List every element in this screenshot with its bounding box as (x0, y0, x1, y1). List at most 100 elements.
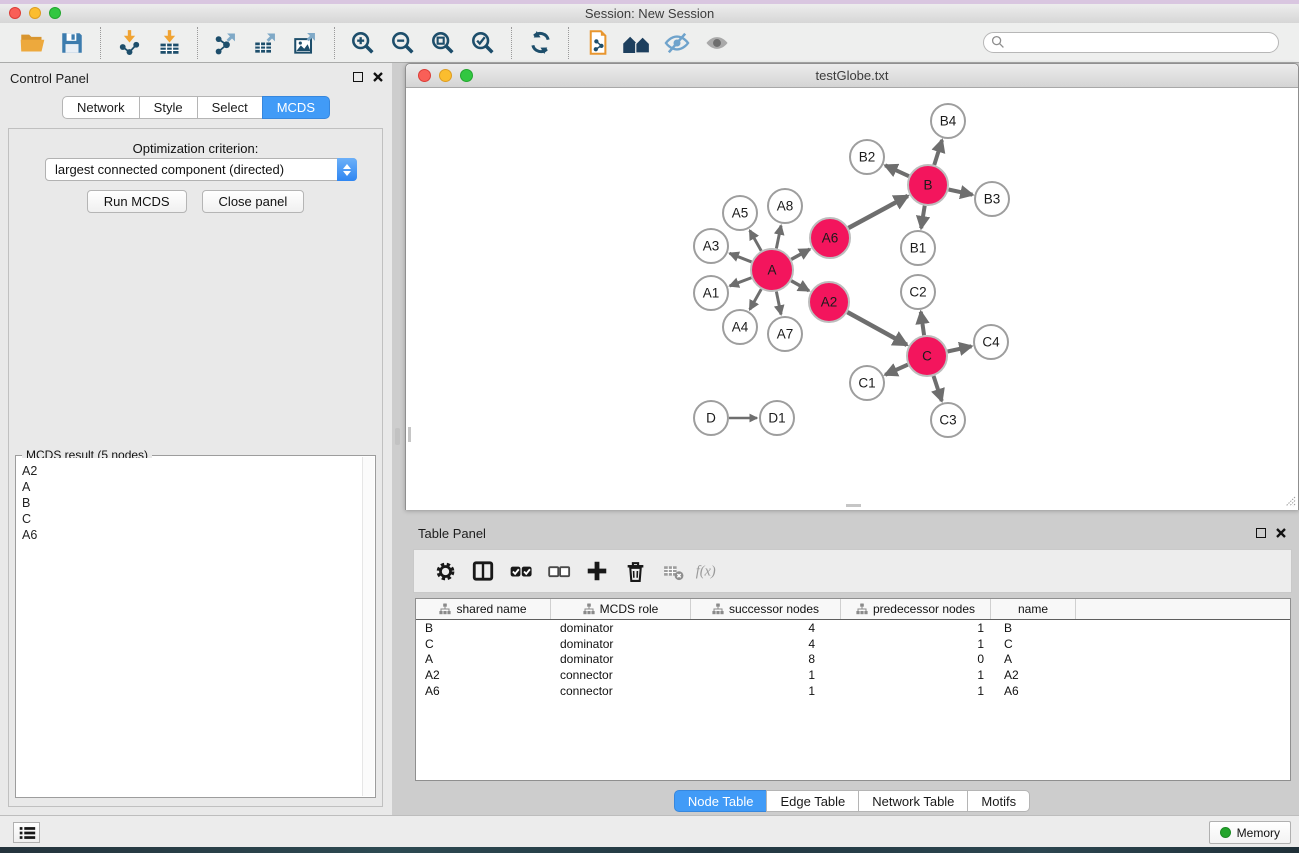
graph-edge-A-A4[interactable] (750, 289, 761, 309)
graph-edge-A-A2[interactable] (791, 281, 809, 291)
mcds-result-item[interactable]: C (22, 511, 361, 527)
table-cell[interactable]: B (991, 621, 1076, 635)
export-network-button[interactable] (211, 28, 241, 58)
window-close-button[interactable] (9, 7, 21, 19)
network-titlebar[interactable]: testGlobe.txt (406, 64, 1298, 88)
table-cell[interactable]: A2 (416, 668, 551, 682)
table-cell[interactable]: A (416, 652, 551, 666)
mcds-result-list[interactable]: A2ABCA6 (17, 458, 361, 796)
column-header-shared-name[interactable]: shared name (416, 599, 551, 619)
network-close-button[interactable] (418, 69, 431, 82)
close-panel-button[interactable]: Close panel (202, 190, 305, 213)
result-scrollbar[interactable] (362, 457, 374, 796)
mcds-result-item[interactable]: B (22, 495, 361, 511)
mcds-result-item[interactable]: A (22, 479, 361, 495)
tab-network[interactable]: Network (62, 96, 140, 119)
graph-node-A1[interactable]: A1 (694, 276, 728, 310)
table-cell[interactable]: 1 (841, 684, 991, 698)
tab-edge-table[interactable]: Edge Table (766, 790, 859, 812)
table-cell[interactable]: 1 (841, 637, 991, 651)
table-row[interactable]: A2connector11A2 (416, 667, 1290, 683)
graph-node-B1[interactable]: B1 (901, 231, 935, 265)
float-table-panel-icon[interactable] (1256, 528, 1266, 538)
table-cell[interactable]: dominator (551, 652, 691, 666)
graph-edge-A-A7[interactable] (776, 292, 781, 315)
network-graph[interactable]: B4B2BB3A8A5A6A3B1AA1C2A2A4A7C4CC1C3DD1 (406, 88, 1298, 510)
graph-edge-B-B3[interactable] (949, 189, 973, 194)
graph-node-B2[interactable]: B2 (850, 140, 884, 174)
import-table-button[interactable] (154, 28, 184, 58)
graph-node-A8[interactable]: A8 (768, 189, 802, 223)
function-builder-button[interactable]: f(x) (694, 556, 728, 586)
home-button[interactable] (622, 28, 652, 58)
network-zoom-button[interactable] (460, 69, 473, 82)
table-cell[interactable]: connector (551, 684, 691, 698)
graph-edge-A-A3[interactable] (730, 253, 752, 262)
table-cell[interactable]: 1 (841, 668, 991, 682)
mcds-result-item[interactable]: A2 (22, 463, 361, 479)
table-row[interactable]: Cdominator41C (416, 636, 1290, 652)
tab-mcds[interactable]: MCDS (262, 96, 330, 119)
table-cell[interactable]: 1 (691, 684, 841, 698)
graph-node-B4[interactable]: B4 (931, 104, 965, 138)
close-table-panel-icon[interactable] (1275, 527, 1287, 539)
graph-edge-A6-B[interactable] (848, 196, 907, 228)
float-panel-icon[interactable] (353, 72, 363, 82)
tab-motifs[interactable]: Motifs (967, 790, 1030, 812)
table-cell[interactable]: dominator (551, 637, 691, 651)
table-cell[interactable]: A6 (416, 684, 551, 698)
graph-edge-C-C4[interactable] (948, 346, 972, 351)
table-cell[interactable]: 1 (841, 621, 991, 635)
hide-panels-button[interactable] (662, 28, 692, 58)
table-cell[interactable]: 8 (691, 652, 841, 666)
table-settings-button[interactable] (428, 556, 462, 586)
resize-grip-icon[interactable] (1284, 495, 1296, 507)
graph-node-A5[interactable]: A5 (723, 196, 757, 230)
graph-node-A2[interactable]: A2 (809, 282, 849, 322)
export-image-button[interactable] (291, 28, 321, 58)
panel-splitter-handle[interactable] (395, 428, 400, 445)
deselect-all-button[interactable] (542, 556, 576, 586)
table-cell[interactable]: 0 (841, 652, 991, 666)
table-cell[interactable]: dominator (551, 621, 691, 635)
table-cell[interactable]: 4 (691, 637, 841, 651)
network-vertical-scrollbar[interactable] (408, 427, 411, 442)
export-table-button[interactable] (251, 28, 281, 58)
graph-edge-A-A1[interactable] (730, 278, 752, 286)
table-cell[interactable]: C (416, 637, 551, 651)
column-header-predecessor-nodes[interactable]: predecessor nodes (841, 599, 991, 619)
graph-node-A3[interactable]: A3 (694, 229, 728, 263)
zoom-in-button[interactable] (348, 28, 378, 58)
graph-node-B3[interactable]: B3 (975, 182, 1009, 216)
tab-select[interactable]: Select (197, 96, 263, 119)
table-cell[interactable]: A2 (991, 668, 1076, 682)
close-panel-icon[interactable] (372, 71, 384, 83)
graph-node-C2[interactable]: C2 (901, 275, 935, 309)
run-mcds-button[interactable]: Run MCDS (87, 190, 187, 213)
table-row[interactable]: A6connector11A6 (416, 683, 1290, 699)
column-header-name[interactable]: name (991, 599, 1076, 619)
table-cell[interactable]: A (991, 652, 1076, 666)
zoom-fit-button[interactable] (428, 28, 458, 58)
graph-edge-A-A5[interactable] (750, 230, 761, 250)
graph-node-A[interactable]: A (751, 249, 793, 291)
criterion-select[interactable]: largest connected component (directed) (45, 158, 357, 181)
graph-node-C3[interactable]: C3 (931, 403, 965, 437)
table-cell[interactable]: B (416, 621, 551, 635)
select-all-button[interactable] (504, 556, 538, 586)
network-horizontal-scrollbar[interactable] (846, 504, 861, 507)
duplicate-network-button[interactable] (582, 28, 612, 58)
task-history-button[interactable] (13, 822, 40, 843)
table-cell[interactable]: A6 (991, 684, 1076, 698)
graph-edge-C-C3[interactable] (934, 376, 942, 401)
table-row[interactable]: Adominator80A (416, 652, 1290, 668)
graph-node-B[interactable]: B (908, 165, 948, 205)
table-cell[interactable]: 1 (691, 668, 841, 682)
column-header-MCDS-role[interactable]: MCDS role (551, 599, 691, 619)
memory-button[interactable]: Memory (1209, 821, 1291, 844)
zoom-selected-button[interactable] (468, 28, 498, 58)
tab-node-table[interactable]: Node Table (674, 790, 768, 812)
column-header-successor-nodes[interactable]: successor nodes (691, 599, 841, 619)
zoom-out-button[interactable] (388, 28, 418, 58)
graph-edge-C-C2[interactable] (921, 312, 924, 335)
